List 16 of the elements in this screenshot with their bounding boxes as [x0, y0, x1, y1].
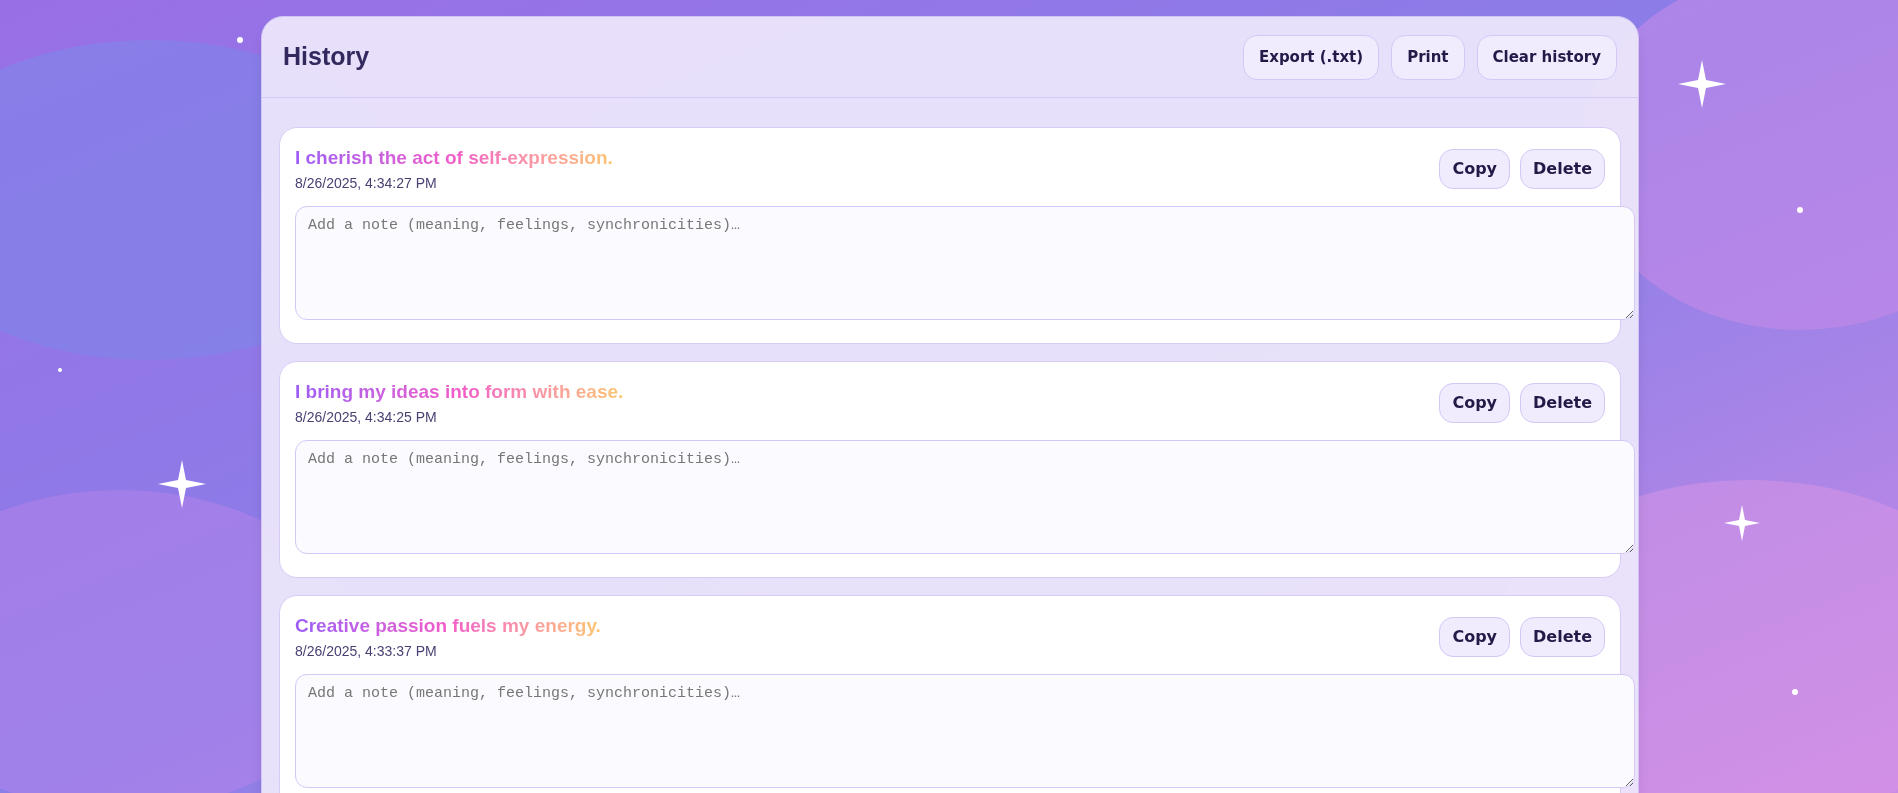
copy-button[interactable]: Copy	[1439, 617, 1511, 657]
delete-button[interactable]: Delete	[1520, 617, 1605, 657]
timestamp: 8/26/2025, 4:34:27 PM	[295, 174, 438, 193]
note-field[interactable]: Add a note (meaning, feelings, synchronicities)…	[295, 440, 1635, 554]
timestamp: 8/26/2025, 4:33:37 PM	[295, 642, 438, 661]
delete-button[interactable]: Delete	[1520, 383, 1605, 423]
note-field[interactable]: Add a note (meaning, feelings, synchronicities)…	[295, 674, 1635, 788]
copy-button[interactable]: Copy	[1439, 149, 1511, 189]
panel-title: History	[283, 41, 370, 73]
note-field[interactable]: Add a note (meaning, feelings, synchronicities)…	[295, 206, 1635, 320]
toolbar-button[interactable]: Clear history	[1476, 34, 1617, 80]
toolbar-button[interactable]: Print	[1391, 34, 1465, 80]
toolbar-button[interactable]: Export (.txt)	[1242, 34, 1380, 80]
timestamp: 8/26/2025, 4:34:25 PM	[295, 408, 438, 427]
delete-button[interactable]: Delete	[1520, 149, 1605, 189]
copy-button[interactable]: Copy	[1439, 383, 1511, 423]
